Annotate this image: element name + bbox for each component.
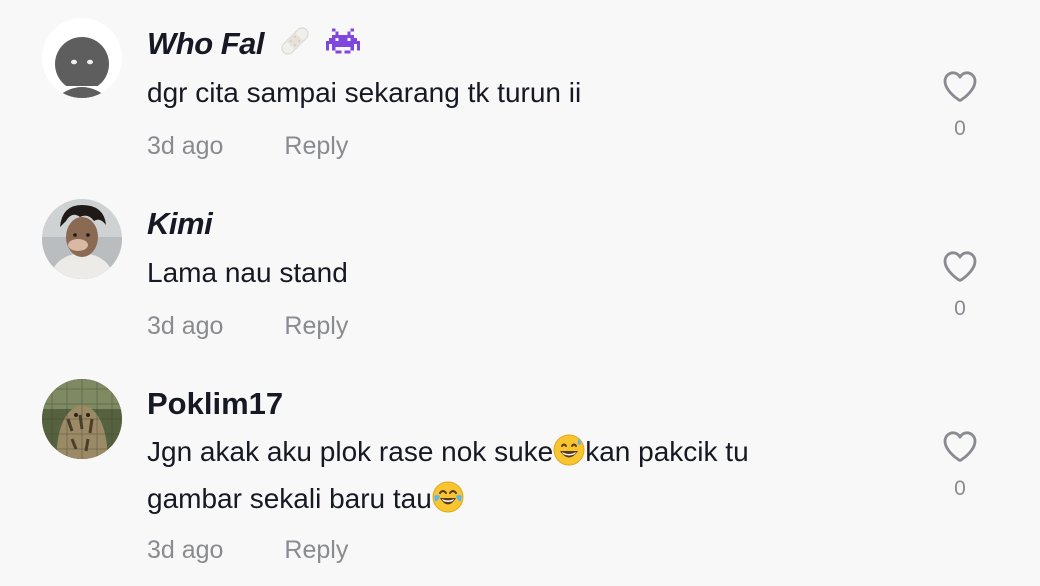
bandage-emoji [278, 24, 312, 68]
tears-of-joy-emoji [432, 481, 464, 525]
like-count: 0 [954, 297, 966, 320]
user-photo-avatar [42, 199, 122, 279]
heart-icon[interactable] [942, 250, 978, 283]
grinning-sweat-emoji [553, 434, 585, 478]
comment-meta: 3d ago Reply [147, 535, 348, 565]
avatar[interactable] [42, 379, 122, 459]
reply-button[interactable]: Reply [284, 132, 348, 160]
like-count: 0 [954, 117, 966, 140]
comment-time: 3d ago [147, 536, 224, 564]
comment-time: 3d ago [147, 312, 224, 340]
comment-text: dgr cita sampai sekarang tk turun ii [147, 77, 582, 108]
heart-icon[interactable] [942, 430, 978, 463]
like-control: 0 [940, 430, 980, 501]
username[interactable]: Poklim17 [147, 384, 283, 424]
heart-icon[interactable] [942, 70, 978, 103]
reply-button[interactable]: Reply [284, 536, 348, 564]
comment-meta: 3d ago Reply [147, 311, 348, 341]
animal-photo-avatar [42, 379, 122, 459]
avatar[interactable] [42, 18, 122, 98]
username[interactable]: Kimi [147, 204, 213, 244]
comment-text: Lama nau stand [147, 257, 348, 288]
like-control: 0 [940, 70, 980, 141]
username[interactable]: Who Fal [147, 24, 361, 68]
reply-button[interactable]: Reply [284, 312, 348, 340]
default-avatar-icon [42, 18, 122, 98]
comment-meta: 3d ago Reply [147, 131, 348, 161]
avatar[interactable] [42, 199, 122, 279]
comment-text: Jgn akak aku plok rase nok suke kan pakc… [147, 431, 867, 525]
comment-time: 3d ago [147, 132, 224, 160]
like-control: 0 [940, 250, 980, 321]
alien-monster-emoji [326, 26, 361, 66]
like-count: 0 [954, 477, 966, 500]
